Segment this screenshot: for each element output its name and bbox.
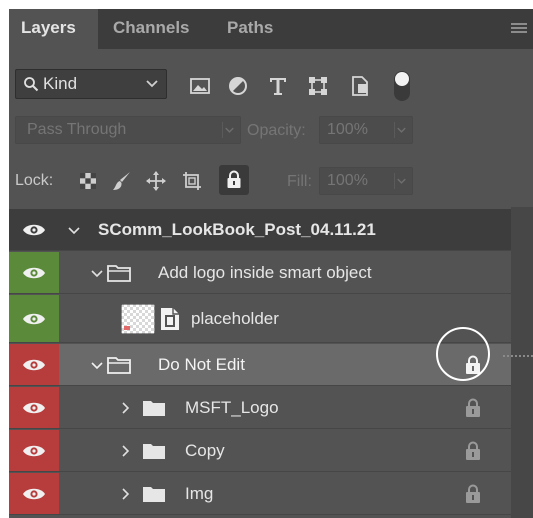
- chevron-down-icon: [146, 80, 158, 88]
- visibility-toggle[interactable]: [9, 473, 59, 514]
- visibility-toggle[interactable]: [9, 344, 59, 385]
- folder-icon: [143, 444, 165, 459]
- layer-name: Do Not Edit: [158, 355, 245, 374]
- smart-object-icon: [161, 308, 179, 330]
- filter-row: Kind: [9, 67, 533, 103]
- chevron-down-icon[interactable]: [90, 267, 104, 281]
- fill-value: 100%: [327, 172, 368, 189]
- eye-icon: [23, 488, 45, 500]
- lock-icon: [466, 484, 480, 503]
- layer-name: Copy: [185, 441, 225, 460]
- chevron-right-icon[interactable]: [119, 401, 133, 415]
- visibility-toggle[interactable]: [9, 209, 59, 250]
- eye-icon: [23, 402, 45, 414]
- eye-icon: [23, 359, 45, 371]
- lock-artboard-icon[interactable]: [181, 170, 203, 192]
- kind-filter-select[interactable]: Kind: [15, 69, 167, 99]
- image-filter-icon[interactable]: [189, 75, 211, 97]
- dotted-leader-line: [503, 355, 533, 357]
- shape-filter-icon[interactable]: [307, 75, 329, 97]
- filter-toggle-icon[interactable]: [392, 69, 412, 103]
- chevron-down-icon: [394, 173, 406, 189]
- layer-thumbnail: [121, 304, 155, 334]
- tab-channels[interactable]: Channels: [113, 9, 190, 49]
- blend-mode-value: Pass Through: [27, 121, 127, 138]
- eye-icon: [23, 224, 45, 236]
- scrollbar[interactable]: [511, 207, 533, 518]
- opacity-field[interactable]: 100%: [319, 116, 413, 144]
- lock-icon: [227, 170, 241, 188]
- layer-row-smart-object[interactable]: placeholder: [9, 295, 511, 343]
- chevron-down-icon[interactable]: [90, 359, 104, 373]
- layer-row-artboard[interactable]: SComm_LookBook_Post_04.11.21: [9, 209, 511, 251]
- highlight-circle: [436, 327, 490, 381]
- smart-object-filter-icon[interactable]: [349, 75, 371, 97]
- chevron-right-icon[interactable]: [119, 444, 133, 458]
- layer-name: Img: [185, 484, 214, 503]
- lock-image-pixels-icon[interactable]: [111, 170, 133, 192]
- folder-icon: [143, 401, 165, 416]
- folder-icon: [107, 357, 131, 374]
- chevron-down-icon: [222, 122, 234, 138]
- eye-icon: [23, 445, 45, 457]
- opacity-value: 100%: [327, 121, 368, 138]
- layer-row-group[interactable]: Add logo inside smart object: [9, 252, 511, 294]
- lock-position-icon[interactable]: [145, 170, 167, 192]
- layer-name: placeholder: [191, 309, 279, 328]
- layer-row-group[interactable]: MSFT_Logo: [9, 387, 511, 429]
- chevron-down-icon: [394, 122, 406, 138]
- search-icon: [24, 77, 39, 92]
- adjustment-filter-icon[interactable]: [227, 75, 249, 97]
- type-filter-icon[interactable]: [267, 75, 289, 97]
- folder-icon: [143, 487, 165, 502]
- panel-menu-icon[interactable]: [511, 23, 527, 34]
- eye-icon: [23, 267, 45, 279]
- eye-icon: [23, 313, 45, 325]
- layers-panel: Layers Channels Paths Kind Pass Through …: [9, 9, 533, 518]
- lock-transparent-pixels-icon[interactable]: [77, 170, 99, 192]
- layer-name: Add logo inside smart object: [158, 263, 372, 282]
- fill-label: Fill:: [287, 173, 312, 190]
- folder-icon: [107, 265, 131, 282]
- chevron-right-icon[interactable]: [119, 487, 133, 501]
- blend-mode-select[interactable]: Pass Through: [15, 116, 241, 144]
- lock-icon: [466, 398, 480, 417]
- visibility-toggle[interactable]: [9, 295, 59, 342]
- tab-paths[interactable]: Paths: [227, 9, 273, 49]
- layer-name: SComm_LookBook_Post_04.11.21: [98, 220, 376, 239]
- layer-row-group[interactable]: Img: [9, 473, 511, 515]
- layer-row-group[interactable]: Copy: [9, 430, 511, 472]
- lock-all-button[interactable]: [219, 165, 249, 195]
- opacity-label: Opacity:: [247, 122, 306, 139]
- kind-filter-label: Kind: [43, 74, 78, 93]
- lock-label: Lock:: [15, 172, 54, 189]
- visibility-toggle[interactable]: [9, 430, 59, 471]
- blend-row: Pass Through Opacity: 100%: [9, 114, 533, 148]
- lock-row: Lock: Fill: 100%: [9, 162, 533, 200]
- visibility-toggle[interactable]: [9, 252, 59, 293]
- tab-bar: Layers Channels Paths: [9, 9, 533, 49]
- chevron-down-icon[interactable]: [67, 224, 81, 238]
- tab-layers[interactable]: Layers: [9, 9, 98, 49]
- fill-field[interactable]: 100%: [319, 167, 413, 195]
- visibility-toggle[interactable]: [9, 387, 59, 428]
- layer-name: MSFT_Logo: [185, 398, 279, 417]
- lock-icon: [466, 441, 480, 460]
